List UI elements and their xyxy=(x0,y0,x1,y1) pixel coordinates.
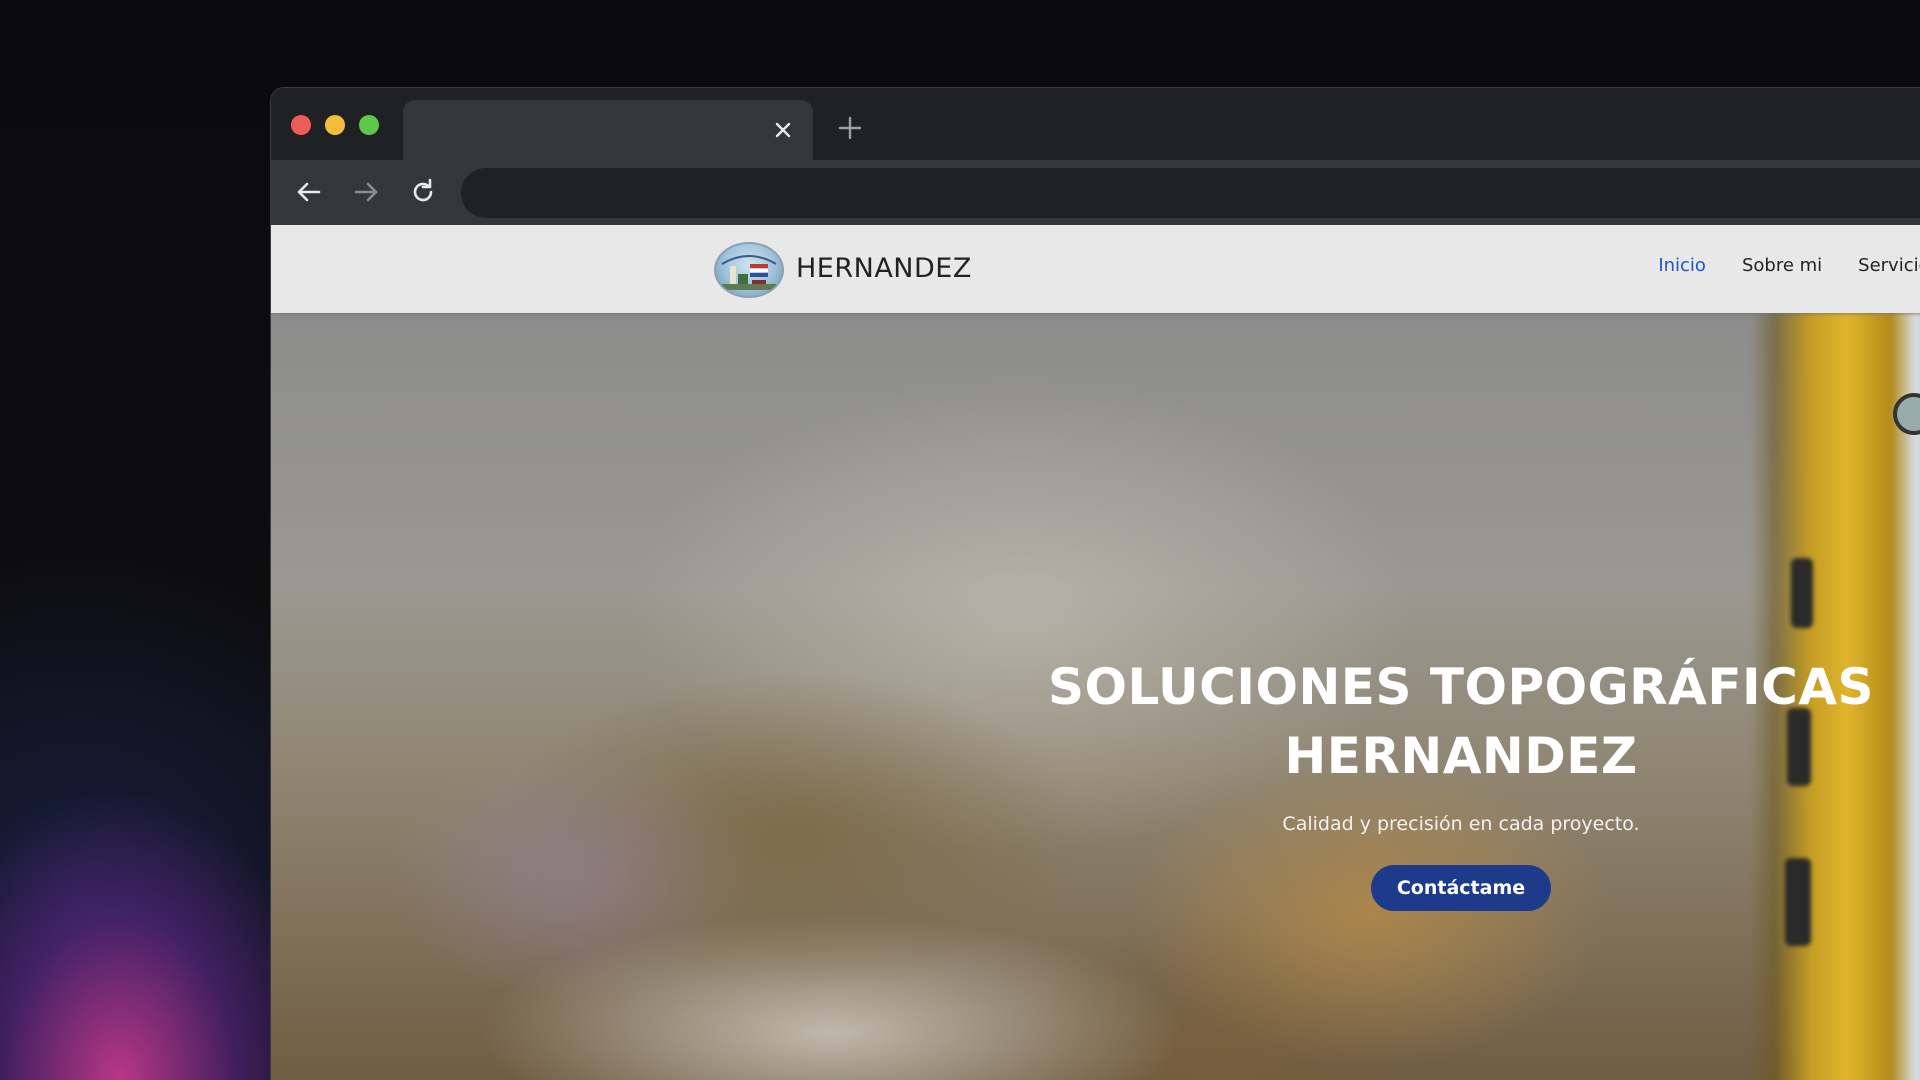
site-nav-links: Inicio Sobre mi Servicios xyxy=(1658,255,1920,276)
reload-button[interactable] xyxy=(403,172,443,212)
arrow-right-icon xyxy=(354,182,378,202)
address-bar[interactable] xyxy=(461,168,1920,218)
window-close-button[interactable] xyxy=(291,115,311,135)
logo-graphic xyxy=(721,255,777,290)
window-maximize-button[interactable] xyxy=(359,115,379,135)
close-icon-glyph xyxy=(775,122,791,138)
new-tab-button[interactable] xyxy=(832,110,868,146)
browser-tab-active[interactable] xyxy=(403,100,813,160)
browser-window: HERNANDEZ Inicio Sobre mi Servicios xyxy=(270,87,1920,1080)
window-minimize-button[interactable] xyxy=(325,115,345,135)
hero-title: SOLUCIONES TOPOGRÁFICAS HERNANDEZ xyxy=(1041,653,1881,791)
contact-button[interactable]: Contáctame xyxy=(1370,865,1552,911)
plus-icon xyxy=(838,116,862,140)
browser-titlebar xyxy=(271,88,1920,160)
nav-link-sobre-mi[interactable]: Sobre mi xyxy=(1742,255,1822,276)
site-navbar: HERNANDEZ Inicio Sobre mi Servicios xyxy=(271,225,1920,313)
reload-icon xyxy=(413,178,433,202)
hero-title-line2: HERNANDEZ xyxy=(1284,727,1638,785)
hero-content: SOLUCIONES TOPOGRÁFICAS HERNANDEZ Calida… xyxy=(1041,653,1881,911)
nav-link-servicios[interactable]: Servicios xyxy=(1858,255,1920,276)
nav-link-inicio[interactable]: Inicio xyxy=(1658,255,1706,276)
hero-section: SOLUCIONES TOPOGRÁFICAS HERNANDEZ Calida… xyxy=(271,313,1920,1080)
brand-name: HERNANDEZ xyxy=(796,253,972,284)
back-button[interactable] xyxy=(289,172,329,212)
forward-button[interactable] xyxy=(346,172,386,212)
company-logo xyxy=(714,242,784,298)
instrument-knob xyxy=(1791,558,1813,628)
hero-title-line1: SOLUCIONES TOPOGRÁFICAS xyxy=(1047,658,1875,716)
hero-subtitle: Calidad y precisión en cada proyecto. xyxy=(1282,813,1640,835)
desktop-background: HERNANDEZ Inicio Sobre mi Servicios xyxy=(0,0,1920,1080)
arrow-left-icon xyxy=(297,182,321,202)
browser-toolbar xyxy=(271,160,1920,225)
page-viewport: HERNANDEZ Inicio Sobre mi Servicios xyxy=(271,225,1920,1080)
close-icon[interactable] xyxy=(767,114,799,146)
